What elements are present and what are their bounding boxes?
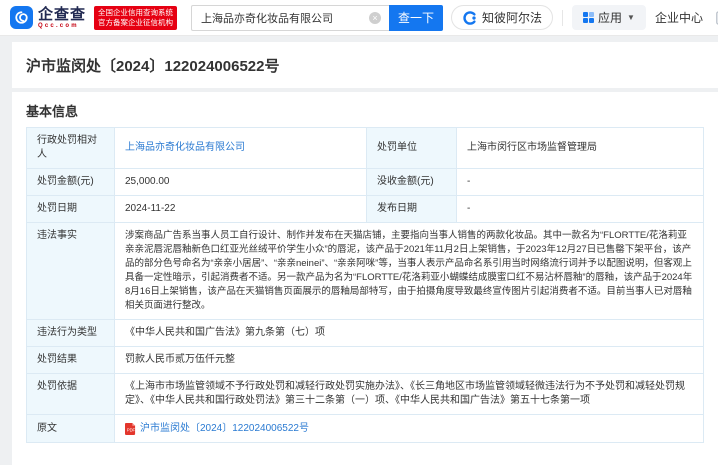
label-penalty-unit: 处罚单位 <box>367 128 457 169</box>
value-publish-date: - <box>457 196 703 223</box>
apps-label: 应用 <box>598 9 622 26</box>
value-penalty-basis: 《上海市市场监管领域不予行政处罚和减轻行政处罚实施办法》、《长三角地区市场监管领… <box>115 374 703 415</box>
value-violation-type: 《中华人民共和国广告法》第九条第（七）项 <box>115 320 703 347</box>
value-illegal-facts: 涉案商品广告系当事人员工自行设计、制作并发布在天猫店铺，主要指向当事人销售的两款… <box>115 223 703 320</box>
value-penalty-subject: 上海品亦奇化妆品有限公司 <box>115 128 367 169</box>
value-original-document: PDF 沪市监闵处〔2024〕122024006522号 <box>115 415 703 442</box>
value-confiscation-amount: - <box>457 169 703 196</box>
label-publish-date: 发布日期 <box>367 196 457 223</box>
divider <box>562 10 563 26</box>
qcc-logo-text: 企查查 <box>38 7 86 22</box>
svg-text:PDF: PDF <box>127 427 136 432</box>
apps-grid-icon <box>583 12 594 23</box>
search-bar: × 查一下 <box>191 5 443 31</box>
penalty-info-table: 行政处罚相对人 上海品亦奇化妆品有限公司 处罚单位 上海市闵行区市场监督管理局 … <box>26 127 704 443</box>
zhibi-alpha-icon <box>462 10 478 26</box>
qcc-logo-domain: Qcc.com <box>38 23 86 29</box>
top-navigation-bar: 企查查 Qcc.com 全国企业信用查询系统 官方备案企业征信机构 × 查一下 … <box>0 0 718 36</box>
enterprise-center-link[interactable]: 企业中心 <box>655 9 703 26</box>
label-penalty-subject: 行政处罚相对人 <box>27 128 115 169</box>
original-document-link[interactable]: 沪市监闵处〔2024〕122024006522号 <box>140 422 309 436</box>
label-penalty-result: 处罚结果 <box>27 347 115 374</box>
qcc-logo-icon <box>10 6 33 29</box>
zhibi-alpha-button[interactable]: 知彼阿尔法 <box>451 5 553 30</box>
mobile-app-icon[interactable] <box>712 10 718 26</box>
value-fine-amount: 25,000.00 <box>115 169 367 196</box>
official-credit-badge: 全国企业信用查询系统 官方备案企业征信机构 <box>94 6 177 30</box>
badge-line-2: 官方备案企业征信机构 <box>98 18 173 28</box>
qcc-logo[interactable]: 企查查 Qcc.com <box>10 6 86 29</box>
value-penalty-result: 罚款人民币贰万伍仟元整 <box>115 347 703 374</box>
badge-line-1: 全国企业信用查询系统 <box>98 8 173 18</box>
label-illegal-facts: 违法事实 <box>27 223 115 320</box>
label-fine-amount: 处罚金额(元) <box>27 169 115 196</box>
section-title-basic-info: 基本信息 <box>26 101 704 120</box>
search-button[interactable]: 查一下 <box>389 5 443 31</box>
value-penalty-unit: 上海市闵行区市场监督管理局 <box>457 128 703 169</box>
pdf-icon: PDF <box>125 423 136 435</box>
header-right-actions: 知彼阿尔法 应用 ▼ 企业中心 ♛ SVIP 会员服务 <box>451 5 718 30</box>
company-link[interactable]: 上海品亦奇化妆品有限公司 <box>125 141 245 155</box>
search-input[interactable] <box>191 5 389 31</box>
chevron-down-icon: ▼ <box>627 13 635 22</box>
apps-menu-button[interactable]: 应用 ▼ <box>572 5 646 30</box>
label-penalty-date: 处罚日期 <box>27 196 115 223</box>
label-penalty-basis: 处罚依据 <box>27 374 115 415</box>
penalty-document-card: 沪市监闵处〔2024〕122024006522号 <box>12 42 718 88</box>
penalty-document-title: 沪市监闵处〔2024〕122024006522号 <box>26 55 279 76</box>
basic-info-card: 基本信息 行政处罚相对人 上海品亦奇化妆品有限公司 处罚单位 上海市闵行区市场监… <box>12 92 718 465</box>
zhibi-alpha-label: 知彼阿尔法 <box>482 9 542 26</box>
clear-search-icon[interactable]: × <box>369 12 381 24</box>
label-original-document: 原文 <box>27 415 115 442</box>
label-confiscation-amount: 没收金额(元) <box>367 169 457 196</box>
label-violation-type: 违法行为类型 <box>27 320 115 347</box>
value-penalty-date: 2024-11-22 <box>115 196 367 223</box>
